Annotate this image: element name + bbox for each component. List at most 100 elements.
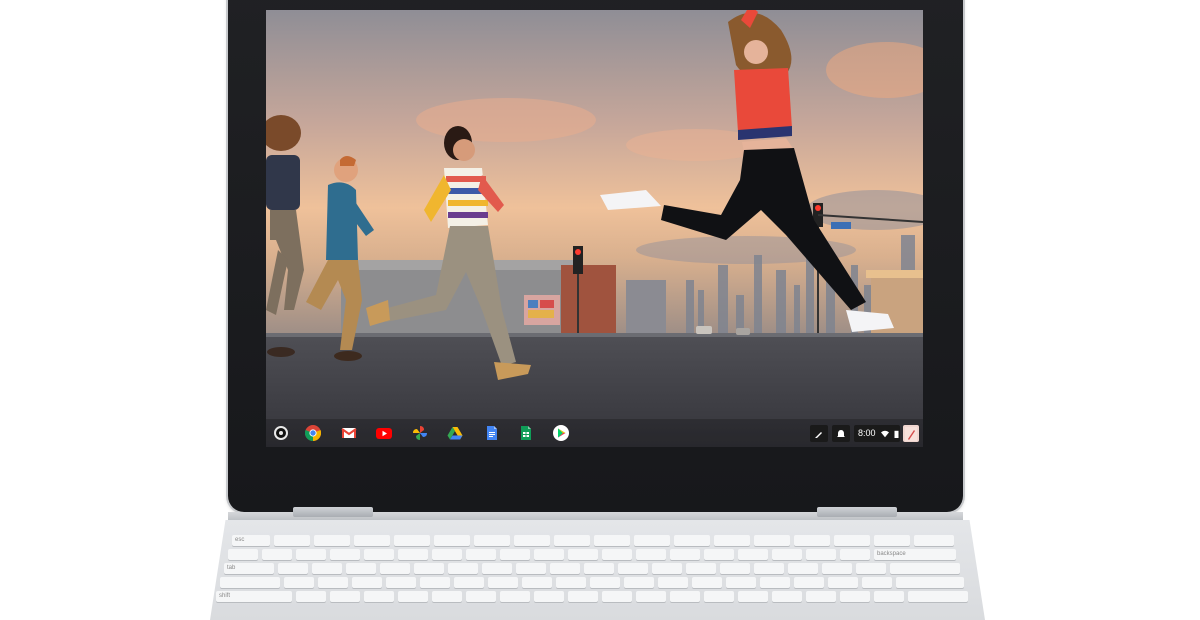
key[interactable]	[772, 549, 802, 560]
key[interactable]	[364, 549, 394, 560]
key[interactable]	[296, 591, 326, 602]
key-tab[interactable]: tab	[224, 563, 274, 574]
key[interactable]	[840, 549, 870, 560]
key[interactable]	[834, 535, 870, 546]
key[interactable]	[590, 577, 620, 588]
key[interactable]	[602, 591, 632, 602]
key[interactable]	[602, 549, 632, 560]
key[interactable]	[794, 535, 830, 546]
key[interactable]	[354, 535, 390, 546]
key[interactable]	[704, 591, 734, 602]
chrome-icon[interactable]	[305, 425, 321, 441]
key[interactable]	[822, 563, 852, 574]
key[interactable]	[500, 591, 530, 602]
key[interactable]	[840, 591, 870, 602]
key[interactable]	[330, 549, 360, 560]
key[interactable]	[380, 563, 410, 574]
key[interactable]	[754, 535, 790, 546]
key[interactable]	[274, 535, 310, 546]
status-area[interactable]: 8:00	[854, 425, 900, 442]
key[interactable]	[312, 563, 342, 574]
key[interactable]	[874, 591, 904, 602]
key-shift[interactable]: shift	[216, 591, 292, 602]
key[interactable]	[386, 577, 416, 588]
key[interactable]	[568, 549, 598, 560]
key[interactable]	[466, 591, 496, 602]
photos-icon[interactable]	[412, 425, 428, 441]
key[interactable]	[862, 577, 892, 588]
key-esc[interactable]: esc	[232, 535, 270, 546]
key[interactable]	[448, 563, 478, 574]
key[interactable]	[454, 577, 484, 588]
key[interactable]	[738, 591, 768, 602]
gmail-icon[interactable]	[341, 425, 357, 441]
key[interactable]	[618, 563, 648, 574]
key[interactable]	[296, 549, 326, 560]
key[interactable]	[466, 549, 496, 560]
key[interactable]	[704, 549, 734, 560]
key[interactable]	[908, 591, 968, 602]
key[interactable]	[686, 563, 716, 574]
key[interactable]	[636, 591, 666, 602]
key[interactable]	[670, 591, 700, 602]
key[interactable]	[474, 535, 510, 546]
key[interactable]	[398, 591, 428, 602]
key[interactable]	[726, 577, 756, 588]
key[interactable]	[636, 549, 666, 560]
key[interactable]	[432, 549, 462, 560]
key[interactable]	[556, 577, 586, 588]
play-store-icon[interactable]	[553, 425, 569, 441]
key[interactable]	[432, 591, 462, 602]
key[interactable]	[806, 549, 836, 560]
key[interactable]	[516, 563, 546, 574]
key[interactable]	[550, 563, 580, 574]
key[interactable]	[220, 577, 280, 588]
stylus-tools-button[interactable]	[810, 425, 828, 442]
key[interactable]	[856, 563, 886, 574]
key[interactable]	[500, 549, 530, 560]
key[interactable]	[890, 563, 960, 574]
sheets-icon[interactable]	[518, 425, 534, 441]
key[interactable]	[720, 563, 750, 574]
key[interactable]	[352, 577, 382, 588]
notifications-button[interactable]	[832, 425, 850, 442]
key[interactable]	[794, 577, 824, 588]
key[interactable]	[692, 577, 722, 588]
key[interactable]	[568, 591, 598, 602]
key-backspace[interactable]: backspace	[874, 549, 956, 560]
key[interactable]	[364, 591, 394, 602]
key[interactable]	[584, 563, 614, 574]
key[interactable]	[788, 563, 818, 574]
key[interactable]	[738, 549, 768, 560]
key[interactable]	[314, 535, 350, 546]
key[interactable]	[522, 577, 552, 588]
key[interactable]	[896, 577, 964, 588]
key[interactable]	[398, 549, 428, 560]
key[interactable]	[394, 535, 430, 546]
key[interactable]	[554, 535, 590, 546]
user-avatar[interactable]	[903, 425, 919, 442]
youtube-icon[interactable]	[376, 425, 392, 441]
key[interactable]	[482, 563, 512, 574]
key[interactable]	[488, 577, 518, 588]
key[interactable]	[346, 563, 376, 574]
key[interactable]	[760, 577, 790, 588]
key[interactable]	[534, 591, 564, 602]
key[interactable]	[318, 577, 348, 588]
key[interactable]	[670, 549, 700, 560]
key[interactable]	[634, 535, 670, 546]
key[interactable]	[806, 591, 836, 602]
key[interactable]	[624, 577, 654, 588]
key[interactable]	[514, 535, 550, 546]
key[interactable]	[914, 535, 954, 546]
key[interactable]	[714, 535, 750, 546]
key[interactable]	[594, 535, 630, 546]
docs-icon[interactable]	[484, 425, 500, 441]
key[interactable]	[754, 563, 784, 574]
key[interactable]	[674, 535, 710, 546]
key[interactable]	[284, 577, 314, 588]
key[interactable]	[874, 535, 910, 546]
key[interactable]	[772, 591, 802, 602]
launcher-button[interactable]	[274, 426, 288, 440]
key[interactable]	[228, 549, 258, 560]
